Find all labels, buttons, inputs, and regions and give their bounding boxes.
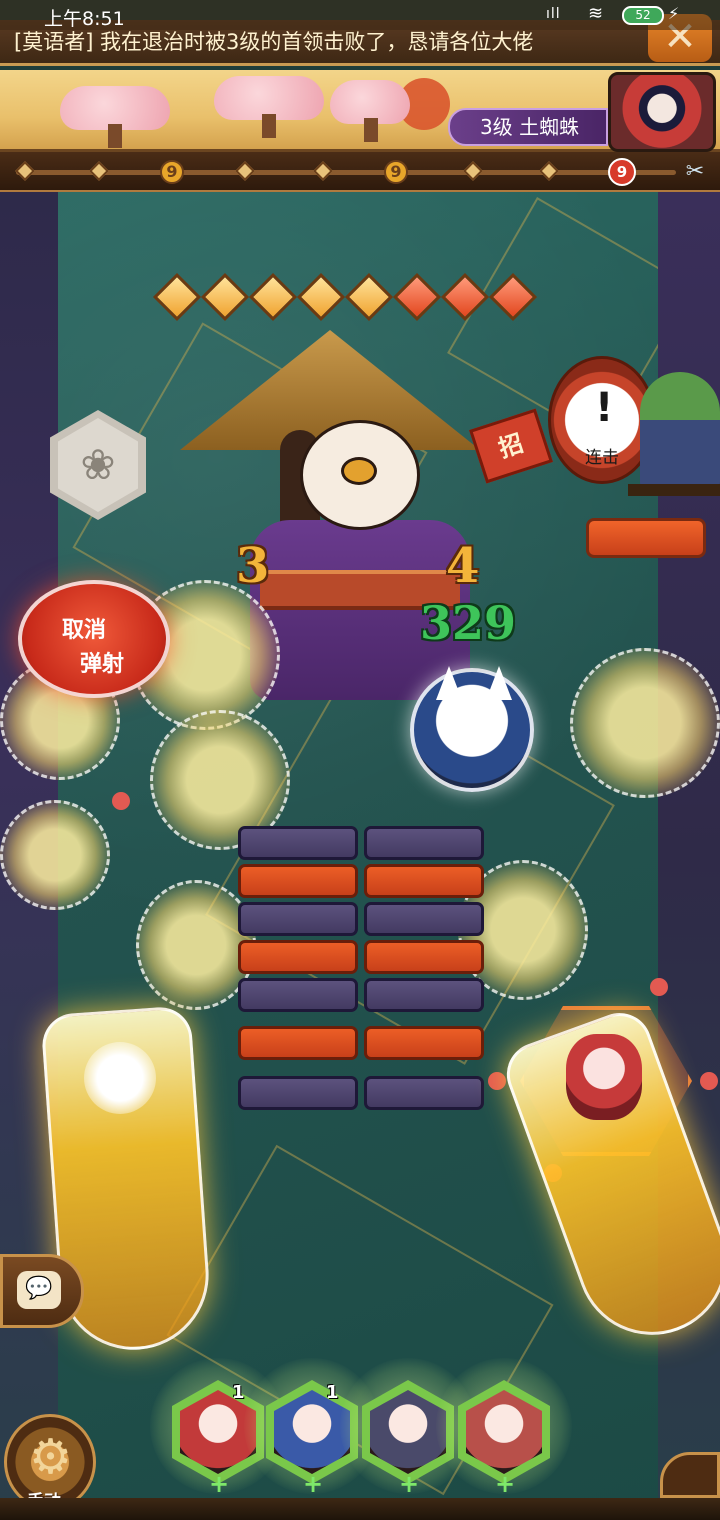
boss-face — [300, 420, 420, 530]
boss-label: 3级 土蜘蛛 — [448, 108, 608, 146]
status-time: 上午8:51 — [44, 8, 125, 30]
charging-icon: ⚡ — [668, 4, 680, 23]
block-stack — [238, 826, 486, 1128]
cancel-label: 取消 — [62, 618, 107, 643]
plus-icon[interactable]: + — [302, 1472, 324, 1496]
progress-node — [313, 161, 333, 181]
combo-label: 连击 — [585, 448, 619, 468]
sakura-tree — [330, 80, 410, 142]
progress-node — [539, 161, 559, 181]
chat-button[interactable]: 💬 — [0, 1254, 84, 1328]
auto-toggle-button[interactable]: ⚙ 手动 — [4, 1414, 96, 1512]
shikigami-on-flipper — [566, 1034, 642, 1120]
hp-diamond — [200, 272, 250, 322]
boss-eye — [341, 457, 377, 485]
purple-block — [238, 1076, 358, 1110]
pin-dot — [700, 1072, 718, 1090]
purple-block — [364, 826, 484, 860]
orange-block — [364, 864, 484, 898]
red-target-tile — [586, 518, 706, 558]
purple-block — [364, 978, 484, 1012]
hp-diamond — [248, 272, 298, 322]
orange-block — [364, 940, 484, 974]
damage-number: 329 — [420, 596, 517, 650]
orange-block — [238, 864, 358, 898]
hp-diamond — [440, 272, 490, 322]
fox-mask-shikigami — [410, 666, 534, 792]
plus-icon[interactable]: + — [494, 1472, 516, 1496]
frog-enemy — [640, 372, 720, 492]
hp-diamond — [296, 272, 346, 322]
corner-ornament — [660, 1452, 720, 1498]
plus-icon[interactable]: + — [208, 1472, 230, 1496]
combo-mark: ! — [595, 385, 614, 431]
purple-block — [364, 902, 484, 936]
seal-icon: ❀ — [58, 418, 138, 512]
chat-icon: 💬 — [17, 1271, 61, 1309]
pinball — [84, 1042, 156, 1114]
bottom-strip — [0, 1498, 720, 1520]
sakura-tree — [214, 76, 324, 138]
orange-block — [364, 1026, 484, 1060]
team-slot[interactable]: + — [436, 1358, 572, 1496]
bounce-orb — [0, 800, 110, 910]
sakura-tree — [60, 86, 170, 148]
status-bar: 上午8:51 ıll ≋ 52 ⚡ — [0, 0, 720, 30]
purple-block — [364, 1076, 484, 1110]
gear-icon: ⚙ — [29, 1429, 73, 1485]
purple-block — [238, 826, 358, 860]
orange-block — [238, 940, 358, 974]
progress-marker: 9 — [160, 160, 184, 184]
progress-node — [89, 161, 109, 181]
progress-node — [235, 161, 255, 181]
signal-icon: ıll — [546, 6, 561, 22]
cancel-launch-button[interactable]: 取消 弹射 — [18, 580, 170, 698]
progress-marker: 9 — [384, 160, 408, 184]
bounce-orb — [570, 648, 720, 798]
damage-number: 4 — [446, 538, 480, 594]
progress-line — [16, 170, 676, 175]
stage-progress: 9 9 9 ✂ — [0, 152, 720, 192]
orange-block — [238, 1026, 358, 1060]
purple-block — [238, 978, 358, 1012]
progress-node — [463, 161, 483, 181]
purple-block — [238, 902, 358, 936]
boss-avatar[interactable] — [608, 72, 716, 152]
pin-dot — [112, 792, 130, 810]
pin-dot — [650, 978, 668, 996]
hp-diamond — [392, 272, 442, 322]
scissors-icon: ✂ — [685, 159, 705, 184]
hp-diamond — [344, 272, 394, 322]
damage-number: 3 — [236, 538, 270, 594]
boss-marker: 9 — [608, 158, 636, 186]
battery-icon: 52 — [622, 6, 664, 25]
boss-hp-bar — [152, 272, 580, 322]
slot-count: 1 — [232, 1382, 245, 1403]
frog-platform — [628, 484, 720, 496]
wifi-icon: ≋ — [588, 3, 604, 24]
hp-diamond — [152, 272, 202, 322]
progress-node — [15, 161, 35, 181]
plus-icon[interactable]: + — [398, 1472, 420, 1496]
hp-diamond — [488, 272, 538, 322]
launch-label: 弹射 — [80, 652, 125, 677]
slot-count: 1 — [326, 1382, 339, 1403]
pin-dot — [488, 1072, 506, 1090]
